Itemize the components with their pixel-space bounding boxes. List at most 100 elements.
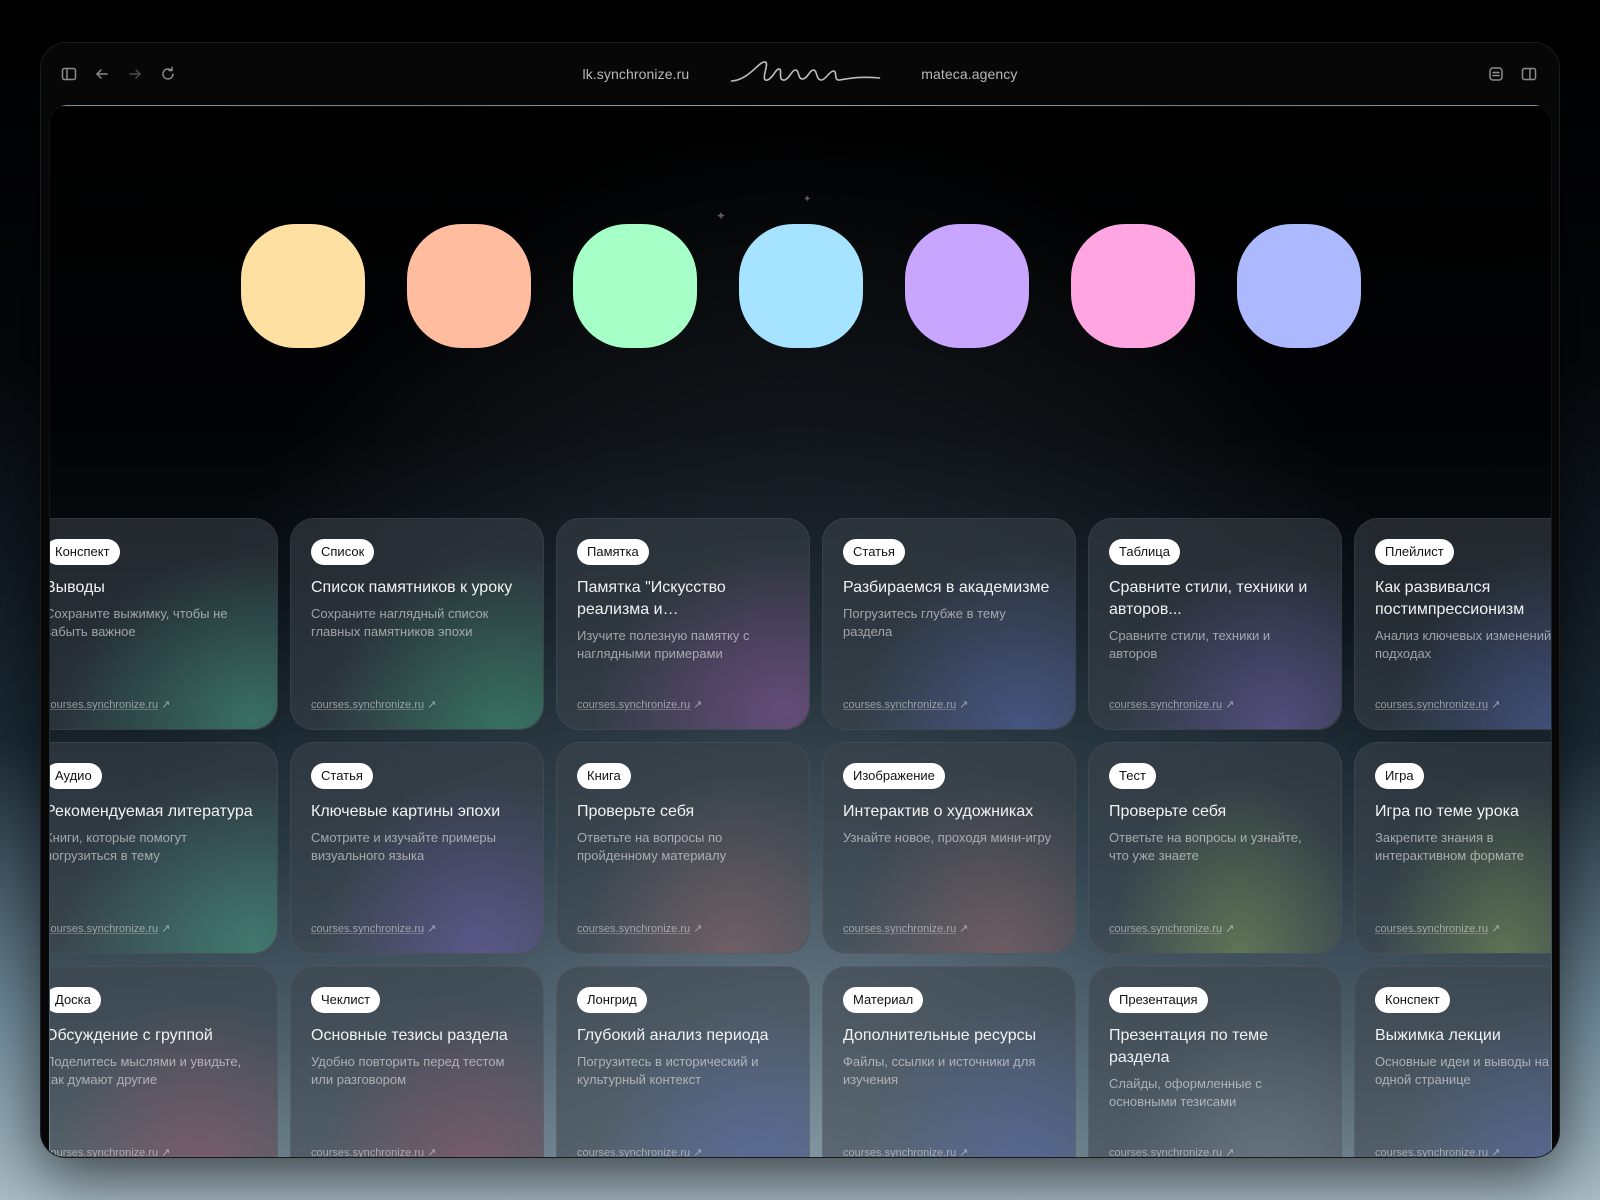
external-link-icon: ↗ [693,923,703,935]
external-link-icon: ↗ [1491,923,1501,935]
external-link-icon: ↗ [427,1147,437,1158]
resource-card[interactable]: Доска Обсуждение с группой Поделитесь мысл… [49,966,278,1158]
card-title: Как развивался постимпрессионизм [1375,579,1525,618]
resource-card[interactable]: Таблица Сравните стили, техники и авторов… [1088,518,1342,730]
resource-card[interactable]: Конспект Выжимка лекции Основные идеи и вы… [1354,966,1551,1158]
card-link-text: courses.synchronize.ru [1375,1147,1489,1158]
card-link[interactable]: courses.synchronize.ru ↗ [1375,698,1500,711]
card-description: Погрузитесь глубже в тему раздела [843,606,1006,639]
forward-arrow-icon[interactable] [125,64,145,84]
card-link[interactable]: courses.synchronize.ru ↗ [1375,1146,1501,1158]
resource-card[interactable]: Список Список памятников к уроку Сохраните… [290,518,544,730]
color-swatch[interactable] [572,224,697,348]
external-link-icon: ↗ [161,923,171,935]
card-type-badge: Статья [311,763,373,789]
resource-card[interactable]: Книга Проверьте себя Ответьте на вопросы п… [556,742,810,954]
card-type-badge: Статья [843,539,905,565]
color-swatch[interactable] [406,224,531,348]
card-description: Закрепите знания в интерактивном формате [1375,830,1524,863]
card-link-text: courses.synchronize.ru [843,923,957,935]
color-palette [50,224,1551,348]
card-link[interactable]: courses.synchronize.ru ↗ [843,698,968,711]
left-url[interactable]: lk.synchronize.ru [583,66,690,82]
card-link[interactable]: courses.synchronize.ru ↗ [1109,1146,1234,1157]
resource-card[interactable]: Чеклист Основные тезисы раздела Удобно пов… [290,966,544,1158]
card-link[interactable]: courses.synchronize.ru ↗ [49,1146,171,1158]
reload-icon[interactable] [158,64,178,84]
external-link-icon: ↗ [1491,699,1501,711]
resource-card[interactable]: Аудио Рекомендуемая литература Книги, кото… [49,742,278,954]
card-description: Слайды, оформленные с основными тезисами [1109,1076,1262,1109]
resource-card[interactable]: Памятка Памятка "Искусство реализма и имп… [556,518,810,730]
resource-card[interactable]: Конспект Выводы Сохраните выжимку, чтобы н… [49,518,278,730]
card-link[interactable]: courses.synchronize.ru ↗ [49,698,170,711]
color-swatch[interactable] [738,224,863,348]
color-swatch[interactable] [904,224,1029,348]
resource-card[interactable]: Тест Проверьте себя Ответьте на вопросы и … [1088,742,1342,954]
card-description: Файлы, ссылки и источники для изучения [843,1054,1036,1087]
card-link[interactable]: courses.synchronize.ru ↗ [311,922,436,935]
card-link[interactable]: courses.synchronize.ru ↗ [577,1146,702,1157]
card-description: Изучите полезную памятку с наглядными пр… [577,628,750,661]
resource-card[interactable]: Плейлист Как развивался постимпрессионизм… [1354,518,1551,730]
split-view-icon[interactable] [1519,64,1539,84]
card-link[interactable]: courses.synchronize.ru ↗ [311,698,436,711]
card-description: Ответьте на вопросы и узнайте, что уже з… [1109,830,1302,863]
color-swatch[interactable] [1236,224,1361,348]
card-link-text: courses.synchronize.ru [311,1147,425,1158]
card-link[interactable]: courses.synchronize.ru ↗ [1109,698,1234,711]
address-area: lk.synchronize.ru mateca.agency [583,43,1018,105]
card-type-badge: Материал [843,987,924,1013]
card-type-badge: Игра [1375,763,1424,789]
resource-card[interactable]: Презентация Презентация по теме раздела Сл… [1088,966,1342,1157]
card-description: Поделитесь мыслями и увидьте, как думают… [49,1054,242,1087]
card-type-badge: Таблица [1109,539,1180,565]
card-description: Сравните стили, техники и авторов [1109,628,1271,661]
card-type-badge: Конспект [1375,987,1450,1013]
card-type-badge: Конспект [50,539,120,565]
card-link-text: courses.synchronize.ru [49,699,159,711]
card-link[interactable]: courses.synchronize.ru ↗ [1375,922,1500,935]
card-description: Ответьте на вопросы по пройденному матер… [577,830,727,863]
external-link-icon: ↗ [693,699,703,711]
browser-toolbar: lk.synchronize.ru mateca.agency [41,43,1559,105]
card-link[interactable]: courses.synchronize.ru ↗ [577,922,702,935]
card-title: Ключевые картины эпохи [311,803,501,820]
card-type-badge: Список [311,539,375,565]
resource-card[interactable]: Изображение Интерактив о художниках Узнайт… [822,742,1076,954]
card-title: Выжимка лекции [1375,1027,1501,1044]
card-link[interactable]: courses.synchronize.ru ↗ [577,698,702,711]
card-link[interactable]: courses.synchronize.ru ↗ [843,922,968,935]
sparkle-icon: ✦ [803,194,812,205]
color-swatch[interactable] [240,224,365,348]
resource-card[interactable]: Игра Игра по теме урока Закрепите знания в… [1354,742,1551,954]
back-arrow-icon[interactable] [92,64,112,84]
reader-icon[interactable] [1486,64,1506,84]
card-link-text: courses.synchronize.ru [49,1147,159,1158]
external-link-icon: ↗ [959,699,969,711]
external-link-icon: ↗ [1491,1147,1501,1158]
card-type-badge: Памятка [577,539,649,565]
card-description: Сохраните наглядный список главных памят… [311,606,489,639]
resource-card[interactable]: Статья Разбираемся в академизме Погрузитес… [822,518,1076,730]
resource-card[interactable]: Лонгрид Глубокий анализ периода Погрузитес… [556,966,810,1157]
sidebar-toggle-icon[interactable] [59,64,79,84]
card-description: Погрузитесь в исторический и культурный … [577,1054,759,1087]
card-link[interactable]: courses.synchronize.ru ↗ [311,1146,437,1158]
card-link[interactable]: courses.synchronize.ru ↗ [50,922,171,935]
card-title: Дополнительные ресурсы [843,1027,1037,1044]
card-type-badge: Презентация [1109,987,1208,1013]
card-description: Книги, которые помогут погрузиться в тем… [49,830,188,863]
card-description: Смотрите и изучайте примеры визуального … [311,830,497,863]
external-link-icon: ↗ [161,1147,171,1158]
color-swatch[interactable] [1070,224,1195,348]
card-link[interactable]: courses.synchronize.ru ↗ [1109,922,1234,935]
card-link[interactable]: courses.synchronize.ru ↗ [843,1146,968,1157]
external-link-icon: ↗ [427,923,437,935]
sparkle-icon: ✦ [716,209,727,223]
browser-window: lk.synchronize.ru mateca.agency ✦ ✦ Конс… [40,42,1560,1158]
card-link-text: courses.synchronize.ru [577,923,691,935]
resource-card[interactable]: Статья Ключевые картины эпохи Смотрите и и… [290,742,544,954]
resource-card[interactable]: Материал Дополнительные ресурсы Файлы, ссы… [822,966,1076,1157]
right-url[interactable]: mateca.agency [921,66,1017,82]
